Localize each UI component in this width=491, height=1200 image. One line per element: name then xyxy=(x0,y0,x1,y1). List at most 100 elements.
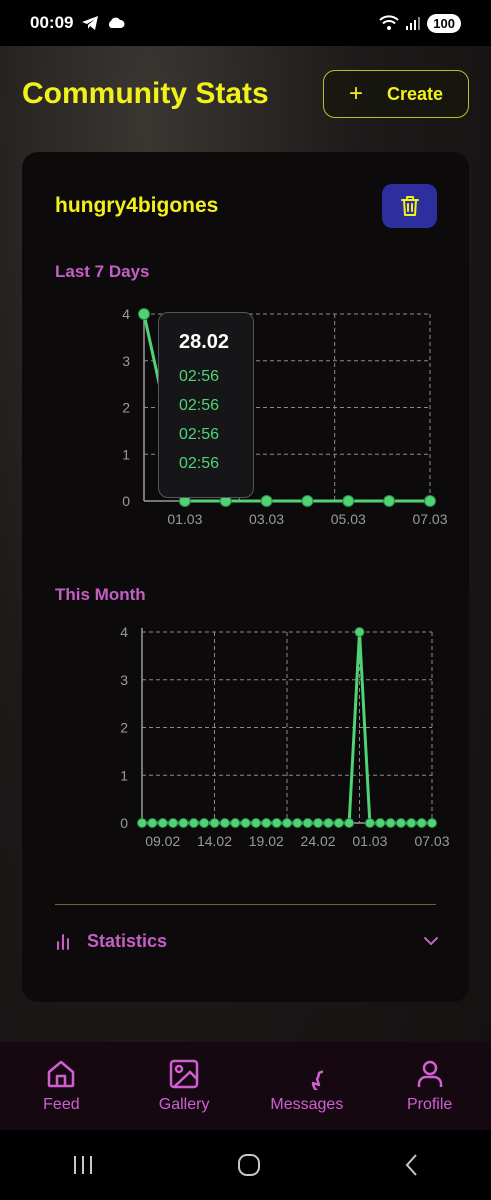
status-time: 00:09 xyxy=(30,13,74,32)
data-point xyxy=(137,818,147,828)
data-point xyxy=(427,818,437,828)
y-tick-label: 2 xyxy=(120,720,128,736)
data-point xyxy=(383,495,396,507)
plus-icon: + xyxy=(348,80,363,107)
data-point xyxy=(323,818,334,828)
chart-tooltip: 28.02 02:56 02:56 02:56 02:56 xyxy=(158,312,254,498)
month-chart: 0 1 2 3 4 09.02 14.02 19.02 24.02 01.03 07.03 xyxy=(120,624,450,849)
home-button-icon[interactable] xyxy=(237,1153,261,1177)
nav-item-gallery[interactable]: Gallery xyxy=(129,1058,239,1114)
x-tick-label: 07.03 xyxy=(414,833,449,849)
chevron-down-icon xyxy=(424,937,438,945)
data-point xyxy=(344,818,355,828)
create-button[interactable]: + Create xyxy=(323,70,469,118)
data-point xyxy=(416,818,427,828)
x-tick-label: 01.03 xyxy=(167,511,202,527)
user-icon xyxy=(417,1060,442,1087)
statistics-toggle[interactable]: Statistics xyxy=(55,926,439,956)
back-icon[interactable] xyxy=(404,1153,420,1177)
data-point xyxy=(385,818,396,828)
data-point xyxy=(240,818,251,828)
data-point xyxy=(333,818,344,828)
data-point xyxy=(342,495,355,507)
data-point xyxy=(168,818,179,828)
x-tick-label: 05.03 xyxy=(331,511,366,527)
y-tick-label: 4 xyxy=(122,306,130,322)
bottom-nav: Feed Gallery Messages Profile xyxy=(0,1042,491,1130)
data-point xyxy=(188,818,199,828)
data-point xyxy=(138,308,150,320)
data-point xyxy=(406,818,417,828)
tooltip-time: 02:56 xyxy=(179,455,220,472)
x-tick-label: 01.03 xyxy=(352,833,387,849)
data-point xyxy=(260,495,273,507)
nav-item-profile[interactable]: Profile xyxy=(375,1058,485,1114)
bar-chart-icon xyxy=(57,934,69,950)
y-tick-label: 4 xyxy=(120,624,128,640)
nav-label: Feed xyxy=(43,1096,80,1113)
system-nav xyxy=(0,1130,491,1200)
delete-button[interactable] xyxy=(382,184,437,228)
data-point xyxy=(219,818,230,828)
data-point xyxy=(354,627,365,637)
home-icon xyxy=(48,1060,75,1088)
header: Community Stats + Create xyxy=(22,70,469,118)
recent-apps-icon[interactable] xyxy=(71,1154,95,1176)
telegram-icon xyxy=(82,16,99,30)
nav-item-feed[interactable]: Feed xyxy=(6,1058,116,1114)
x-tick-label: 07.03 xyxy=(412,511,447,527)
data-point xyxy=(157,818,168,828)
tooltip-time: 02:56 xyxy=(179,397,220,414)
data-point xyxy=(424,495,436,507)
data-point xyxy=(282,818,292,828)
data-point xyxy=(395,818,406,828)
trash-icon xyxy=(400,196,419,216)
x-tick-label: 03.03 xyxy=(249,511,284,527)
page-title: Community Stats xyxy=(22,77,269,110)
chat-bubble-icon xyxy=(311,1070,323,1090)
data-point xyxy=(301,495,314,507)
data-point xyxy=(209,818,220,828)
last7-label: Last 7 Days xyxy=(55,262,150,281)
y-tick-label: 1 xyxy=(120,767,128,783)
status-bar: 00:09 100 xyxy=(0,0,491,46)
divider xyxy=(55,904,436,905)
x-tick-label: 14.02 xyxy=(197,833,232,849)
create-button-label: Create xyxy=(386,83,444,104)
y-tick-label: 3 xyxy=(122,353,130,369)
cloud-icon xyxy=(109,17,126,28)
signal-icon xyxy=(406,17,421,30)
y-tick-label: 1 xyxy=(122,446,130,462)
image-icon xyxy=(169,1059,199,1089)
data-point xyxy=(364,818,375,828)
data-point xyxy=(250,818,261,828)
y-tick-label: 2 xyxy=(122,400,130,416)
tooltip-time: 02:56 xyxy=(179,426,220,443)
y-tick-label: 0 xyxy=(122,493,130,509)
tooltip-date: 28.02 xyxy=(179,331,230,353)
x-tick-label: 24.02 xyxy=(301,833,336,849)
month-label: This Month xyxy=(55,585,146,604)
data-point xyxy=(313,818,324,828)
statistics-label: Statistics xyxy=(87,930,168,951)
wifi-icon xyxy=(379,15,399,30)
data-point xyxy=(147,818,158,828)
data-point xyxy=(199,818,210,828)
data-point xyxy=(302,818,313,828)
data-point xyxy=(292,818,303,828)
y-tick-label: 0 xyxy=(120,815,128,831)
data-point xyxy=(261,818,272,828)
nav-label: Gallery xyxy=(158,1096,210,1113)
y-tick-label: 3 xyxy=(120,672,128,688)
nav-item-messages[interactable]: Messages xyxy=(252,1058,362,1114)
nav-label: Profile xyxy=(406,1096,453,1113)
battery-indicator: 100 xyxy=(427,13,461,33)
data-point xyxy=(271,818,282,828)
card-username: hungry4bigones xyxy=(55,194,219,217)
x-tick-label: 09.02 xyxy=(145,833,180,849)
x-tick-label: 19.02 xyxy=(249,833,284,849)
data-point xyxy=(230,818,241,828)
data-point xyxy=(178,818,189,828)
stats-card: hungry4bigones Last 7 Days 0 1 2 3 4 01.03 03.… xyxy=(22,152,469,1002)
data-point xyxy=(375,818,386,828)
